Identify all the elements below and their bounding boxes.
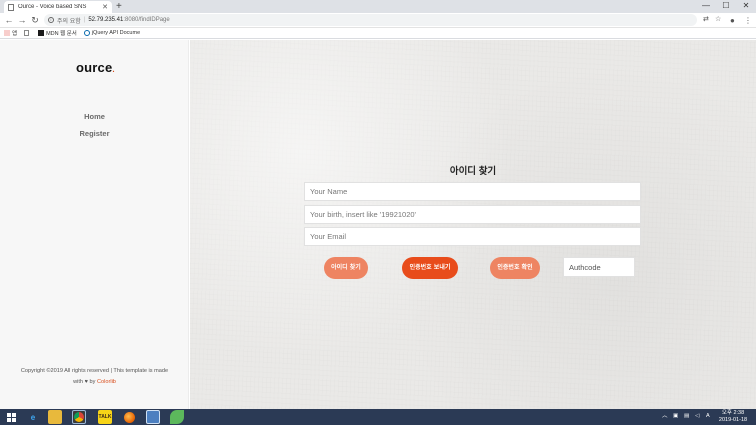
blank-page-icon — [24, 30, 30, 36]
network-icon[interactable]: ▤ — [684, 413, 689, 420]
nav-home[interactable]: Home — [0, 112, 189, 121]
clock[interactable]: 오후 2:38 2019-01-18 — [718, 410, 748, 424]
browser-tabstrip: Ource - Voice based SNS ✕ + — ☐ ✕ — [0, 0, 756, 13]
copyright-text: Copyright ©2019 All rights reserved | Th… — [12, 366, 177, 388]
site-logo[interactable]: ource. — [76, 60, 115, 75]
security-warning: 주의 요함 — [57, 18, 81, 25]
volume-icon[interactable]: ◁ — [695, 413, 699, 420]
jquery-icon — [83, 30, 90, 36]
nav-register[interactable]: Register — [0, 129, 189, 138]
page: ource. Home Register Copyright ©2019 All… — [0, 40, 756, 409]
menu-dots-icon[interactable]: ⋮ — [744, 14, 752, 27]
close-tab-icon[interactable]: ✕ — [102, 3, 108, 11]
mdn-icon — [38, 30, 45, 36]
form-title: 아이디 찾기 — [449, 166, 497, 177]
app-icon[interactable] — [146, 410, 160, 424]
bookmark-label: MDN 웹 문서 — [46, 31, 77, 37]
profile-icon[interactable]: ● — [730, 14, 735, 27]
email-input[interactable] — [304, 227, 641, 246]
url-path: :8080/findIDPage — [123, 17, 170, 23]
bookmark-apps[interactable]: 앱 — [4, 29, 17, 37]
copyright-line: Copyright ©2019 All rights reserved | Th… — [20, 368, 169, 374]
find-id-panel: 아이디 찾기 아이디 찾기 인증번호 보내기 인증번호 확인 — [190, 40, 756, 409]
tray-app-icon[interactable]: ▣ — [673, 413, 678, 420]
reload-icon[interactable]: ↻ — [29, 14, 41, 27]
tray-arrow-icon[interactable]: ︿ — [662, 413, 668, 420]
forward-arrow-icon[interactable]: → — [16, 14, 28, 27]
bookmarks-bar: 앱 MDN 웹 문서 jQuery API Docume — [0, 28, 756, 39]
clock-time: 오후 2:38 — [721, 410, 745, 416]
bookmark-jquery[interactable]: jQuery API Docume — [83, 30, 141, 36]
tab-title: Ource - Voice based SNS — [18, 4, 87, 10]
file-explorer-icon[interactable] — [48, 410, 62, 424]
windows-start-icon[interactable] — [4, 410, 18, 424]
chrome-icon[interactable] — [72, 410, 86, 424]
birth-input[interactable] — [304, 205, 641, 224]
name-input[interactable] — [304, 182, 641, 201]
clock-date: 2019-01-18 — [718, 417, 748, 423]
colorlib-link[interactable]: Colorlib — [97, 379, 116, 385]
find-id-button[interactable]: 아이디 찾기 — [324, 257, 368, 279]
new-tab-button[interactable]: + — [116, 1, 122, 12]
maximize-button[interactable]: ☐ — [716, 0, 736, 13]
minimize-button[interactable]: — — [696, 0, 716, 13]
bookmark-star-icon[interactable]: ☆ — [715, 15, 721, 23]
url-host: 52.79.235.41 — [88, 17, 124, 23]
back-arrow-icon[interactable]: ← — [3, 14, 15, 27]
heart-icon: ♥ — [84, 379, 88, 385]
logo-dot: . — [112, 65, 115, 74]
windows-taskbar: e TALK ︿ ▣ ▤ ◁ A 오후 2:38 2019-01-18 — [0, 409, 756, 425]
browser-tab[interactable]: Ource - Voice based SNS ✕ — [4, 1, 112, 13]
close-window-button[interactable]: ✕ — [736, 0, 756, 13]
translate-icon[interactable]: ⇄ — [703, 15, 709, 23]
apps-grid-icon — [4, 30, 10, 36]
bookmark-label: 앱 — [12, 31, 18, 37]
send-code-button[interactable]: 인증번호 보내기 — [402, 257, 458, 279]
leaf-app-icon[interactable] — [170, 410, 184, 424]
sidebar: ource. Home Register Copyright ©2019 All… — [0, 40, 189, 409]
bookmark-mdn[interactable]: MDN 웹 문서 — [38, 29, 77, 37]
browser-toolbar: ← → ↻ i 주의 요함 | 52.79.235.41 :8080/findI… — [0, 13, 756, 28]
authcode-input[interactable] — [563, 257, 635, 277]
address-bar[interactable]: i 주의 요함 | 52.79.235.41 :8080/findIDPage … — [44, 14, 721, 26]
kakaotalk-icon[interactable]: TALK — [98, 410, 112, 424]
info-icon[interactable]: i — [48, 17, 54, 23]
bookmark-label: jQuery API Docume — [91, 30, 141, 36]
verify-code-button[interactable]: 인증번호 확인 — [490, 257, 540, 279]
ime-icon[interactable]: A — [706, 413, 710, 420]
page-icon — [8, 3, 14, 11]
copyright-by: by — [89, 379, 96, 385]
bookmark-blank-page[interactable] — [24, 30, 31, 36]
firefox-icon[interactable] — [122, 410, 136, 424]
url-divider: | — [83, 17, 86, 23]
logo-text: ource — [76, 60, 113, 75]
copyright-with: with — [73, 379, 84, 385]
internet-explorer-icon[interactable]: e — [26, 410, 40, 424]
